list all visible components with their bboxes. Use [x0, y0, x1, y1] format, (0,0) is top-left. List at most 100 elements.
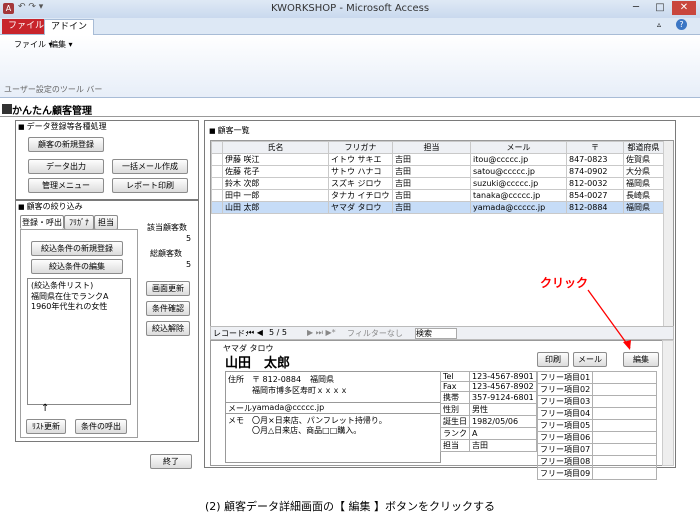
- tab-file[interactable]: ファイル: [2, 19, 51, 34]
- cell[interactable]: タナカ イチロウ: [328, 189, 393, 202]
- nav-next-icon[interactable]: ▶ ⏭ ▶*: [307, 328, 336, 338]
- free-item-row: フリー項目02: [536, 383, 657, 396]
- field-row: Fax 123-4567-8902: [440, 381, 537, 392]
- tab-furigana[interactable]: ﾌﾘｶﾞﾅ: [64, 215, 94, 230]
- exit-button[interactable]: 終了: [150, 454, 192, 469]
- export-button[interactable]: データ出力: [28, 159, 104, 174]
- table-row[interactable]: 伊藤 咲江 イトウ サキエ 吉田 itou@ccccc.jp 847-0823 …: [211, 153, 664, 166]
- detail-vertical-scrollbar[interactable]: [662, 340, 674, 466]
- cell[interactable]: イトウ サキエ: [328, 153, 393, 166]
- row-selector[interactable]: [211, 153, 223, 166]
- maximize-icon[interactable]: □: [648, 1, 672, 15]
- manage-menu-button[interactable]: 管理メニュー: [28, 178, 104, 193]
- tab-staff[interactable]: 担当: [94, 215, 118, 230]
- free-item-label: フリー項目08: [536, 455, 594, 468]
- filter-item[interactable]: 1960年代生れの女性: [31, 301, 107, 312]
- report-print-button[interactable]: レポート印刷: [112, 178, 188, 193]
- memo-line: 〇月△日来店、商品□□購入。: [252, 426, 362, 435]
- field-row: Tel 123-4567-8901: [440, 371, 537, 382]
- help-icon[interactable]: ?: [676, 19, 687, 30]
- field-value: 123-4567-8902: [469, 381, 537, 392]
- column-header[interactable]: メール: [470, 141, 567, 154]
- new-filter-button[interactable]: 絞込条件の新規登録: [31, 241, 123, 256]
- cell[interactable]: 鈴木 次郎: [222, 177, 329, 190]
- row-selector[interactable]: [211, 189, 223, 202]
- screen-refresh-button[interactable]: 画面更新: [146, 281, 190, 296]
- minimize-icon[interactable]: ─: [624, 1, 648, 15]
- nav-search[interactable]: 検索: [415, 328, 457, 339]
- memo-label: メモ: [228, 416, 244, 425]
- table-row[interactable]: 田中 一郎 タナカ イチロウ 吉田 tanaka@ccccc.jp 854-00…: [211, 189, 664, 202]
- cell[interactable]: スズキ ジロウ: [328, 177, 393, 190]
- cell[interactable]: 吉田: [392, 165, 471, 178]
- column-header[interactable]: 都道府県: [623, 141, 664, 154]
- column-header[interactable]: 〒: [566, 141, 624, 154]
- cell[interactable]: 854-0027: [566, 189, 624, 202]
- row-selector[interactable]: [211, 165, 223, 178]
- clear-filter-button[interactable]: 絞込解除: [146, 321, 190, 336]
- check-filter-button[interactable]: 条件確認: [146, 301, 190, 316]
- bulk-mail-button[interactable]: 一括メール作成: [112, 159, 188, 174]
- cell[interactable]: 812-0884: [566, 201, 624, 214]
- free-item-label: フリー項目05: [536, 419, 594, 432]
- tab-addin[interactable]: アドイン: [44, 19, 95, 35]
- filter-title: 顧客の絞り込み: [18, 201, 83, 212]
- annotation-arrow: [587, 289, 631, 350]
- cell[interactable]: 福岡県: [623, 201, 664, 214]
- column-header[interactable]: フリガナ: [328, 141, 393, 154]
- cell[interactable]: yamada@ccccc.jp: [470, 201, 567, 214]
- free-item-value: [592, 467, 657, 480]
- menu-file[interactable]: ファイル ▾: [14, 39, 53, 50]
- call-filter-button[interactable]: 条件の呼出: [75, 419, 127, 434]
- cell[interactable]: 吉田: [392, 153, 471, 166]
- row-selector[interactable]: [211, 177, 223, 190]
- menu-edit[interactable]: 編集 ▾: [50, 39, 73, 50]
- grid-vertical-scrollbar[interactable]: [663, 141, 673, 327]
- cell[interactable]: サトウ ハナコ: [328, 165, 393, 178]
- filter-list[interactable]: (絞込条件リスト) 福岡県在住でランクA 1960年代生れの女性: [27, 278, 131, 405]
- cell[interactable]: 田中 一郎: [222, 189, 329, 202]
- free-item-label: フリー項目03: [536, 395, 594, 408]
- free-item-value: [592, 419, 657, 432]
- field-value: A: [469, 427, 537, 440]
- free-item-value: [592, 383, 657, 396]
- cell[interactable]: ヤマダ タロウ: [328, 201, 393, 214]
- new-customer-button[interactable]: 顧客の新規登録: [28, 137, 104, 152]
- ribbon-collapse-icon[interactable]: ▵: [657, 20, 661, 29]
- table-row[interactable]: 鈴木 次郎 スズキ ジロウ 吉田 suzuki@ccccc.jp 812-003…: [211, 177, 664, 190]
- row-selector[interactable]: [211, 201, 223, 214]
- nav-first-icon[interactable]: ⏮ ◀: [247, 328, 263, 338]
- cell[interactable]: 佐賀県: [623, 153, 664, 166]
- nav-position[interactable]: 5 / 5: [269, 328, 287, 337]
- field-value: 1982/05/06: [469, 415, 537, 428]
- cell[interactable]: satou@ccccc.jp: [470, 165, 567, 178]
- table-row-selected[interactable]: 山田 太郎 ヤマダ タロウ 吉田 yamada@ccccc.jp 812-088…: [211, 201, 664, 214]
- cell[interactable]: 山田 太郎: [222, 201, 329, 214]
- cell[interactable]: 吉田: [392, 201, 471, 214]
- cell[interactable]: 874-0902: [566, 165, 624, 178]
- cell[interactable]: 847-0823: [566, 153, 624, 166]
- tab-register-call[interactable]: 登録・呼出: [20, 215, 64, 229]
- cell[interactable]: 812-0032: [566, 177, 624, 190]
- cell[interactable]: 長崎県: [623, 189, 664, 202]
- cell[interactable]: 吉田: [392, 189, 471, 202]
- table-row[interactable]: 佐藤 花子 サトウ ハナコ 吉田 satou@ccccc.jp 874-0902…: [211, 165, 664, 178]
- cell[interactable]: 伊藤 咲江: [222, 153, 329, 166]
- column-header[interactable]: 氏名: [222, 141, 329, 154]
- edit-filter-button[interactable]: 絞込条件の編集: [31, 259, 123, 274]
- free-item-row: フリー項目07: [536, 443, 657, 456]
- cell[interactable]: suzuki@ccccc.jp: [470, 177, 567, 190]
- cell[interactable]: 大分県: [623, 165, 664, 178]
- cell[interactable]: 佐藤 花子: [222, 165, 329, 178]
- nav-filter[interactable]: フィルターなし: [347, 328, 403, 339]
- field-label: 誕生日: [440, 415, 470, 428]
- close-icon[interactable]: ✕: [672, 1, 696, 15]
- cell[interactable]: 福岡県: [623, 177, 664, 190]
- print-button[interactable]: 印刷: [537, 352, 569, 367]
- list-refresh-button[interactable]: ﾘｽﾄ更新: [26, 419, 66, 434]
- address-label: 住所: [228, 375, 244, 384]
- column-header[interactable]: 担当: [392, 141, 471, 154]
- cell[interactable]: itou@ccccc.jp: [470, 153, 567, 166]
- cell[interactable]: 吉田: [392, 177, 471, 190]
- cell[interactable]: tanaka@ccccc.jp: [470, 189, 567, 202]
